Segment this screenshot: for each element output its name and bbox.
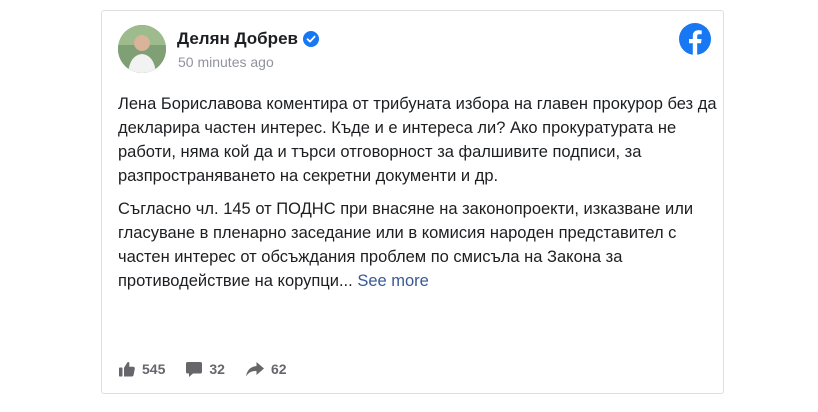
post-paragraph-2: Съгласно чл. 145 от ПОДНС при внасяне на… (118, 197, 718, 293)
share-icon (245, 362, 264, 377)
like-count: 545 (142, 361, 166, 377)
facebook-logo-icon[interactable] (679, 23, 711, 55)
like-icon (119, 361, 135, 377)
post-body: Лена Бориславова коментира от трибуната … (118, 92, 718, 302)
comment-count: 32 (209, 361, 225, 377)
author-name-text[interactable]: Делян Добрев (177, 29, 298, 49)
comment-icon (186, 362, 203, 377)
reaction-bar: 545 32 62 (118, 360, 307, 378)
like-button[interactable]: 545 (118, 360, 165, 378)
verified-badge-icon (302, 31, 319, 47)
post-paragraph-1: Лена Бориславова коментира от трибуната … (118, 95, 717, 185)
comment-button[interactable]: 32 (185, 360, 225, 378)
post-card: Делян Добрев 50 minutes ago Лена Борисла… (101, 10, 724, 394)
share-count: 62 (270, 361, 287, 377)
share-button[interactable]: 62 (245, 360, 287, 378)
see-more-link[interactable]: See more (357, 272, 429, 290)
post-timestamp[interactable]: 50 minutes ago (178, 54, 274, 70)
author-name[interactable]: Делян Добрев (177, 29, 319, 49)
avatar[interactable] (118, 25, 166, 73)
